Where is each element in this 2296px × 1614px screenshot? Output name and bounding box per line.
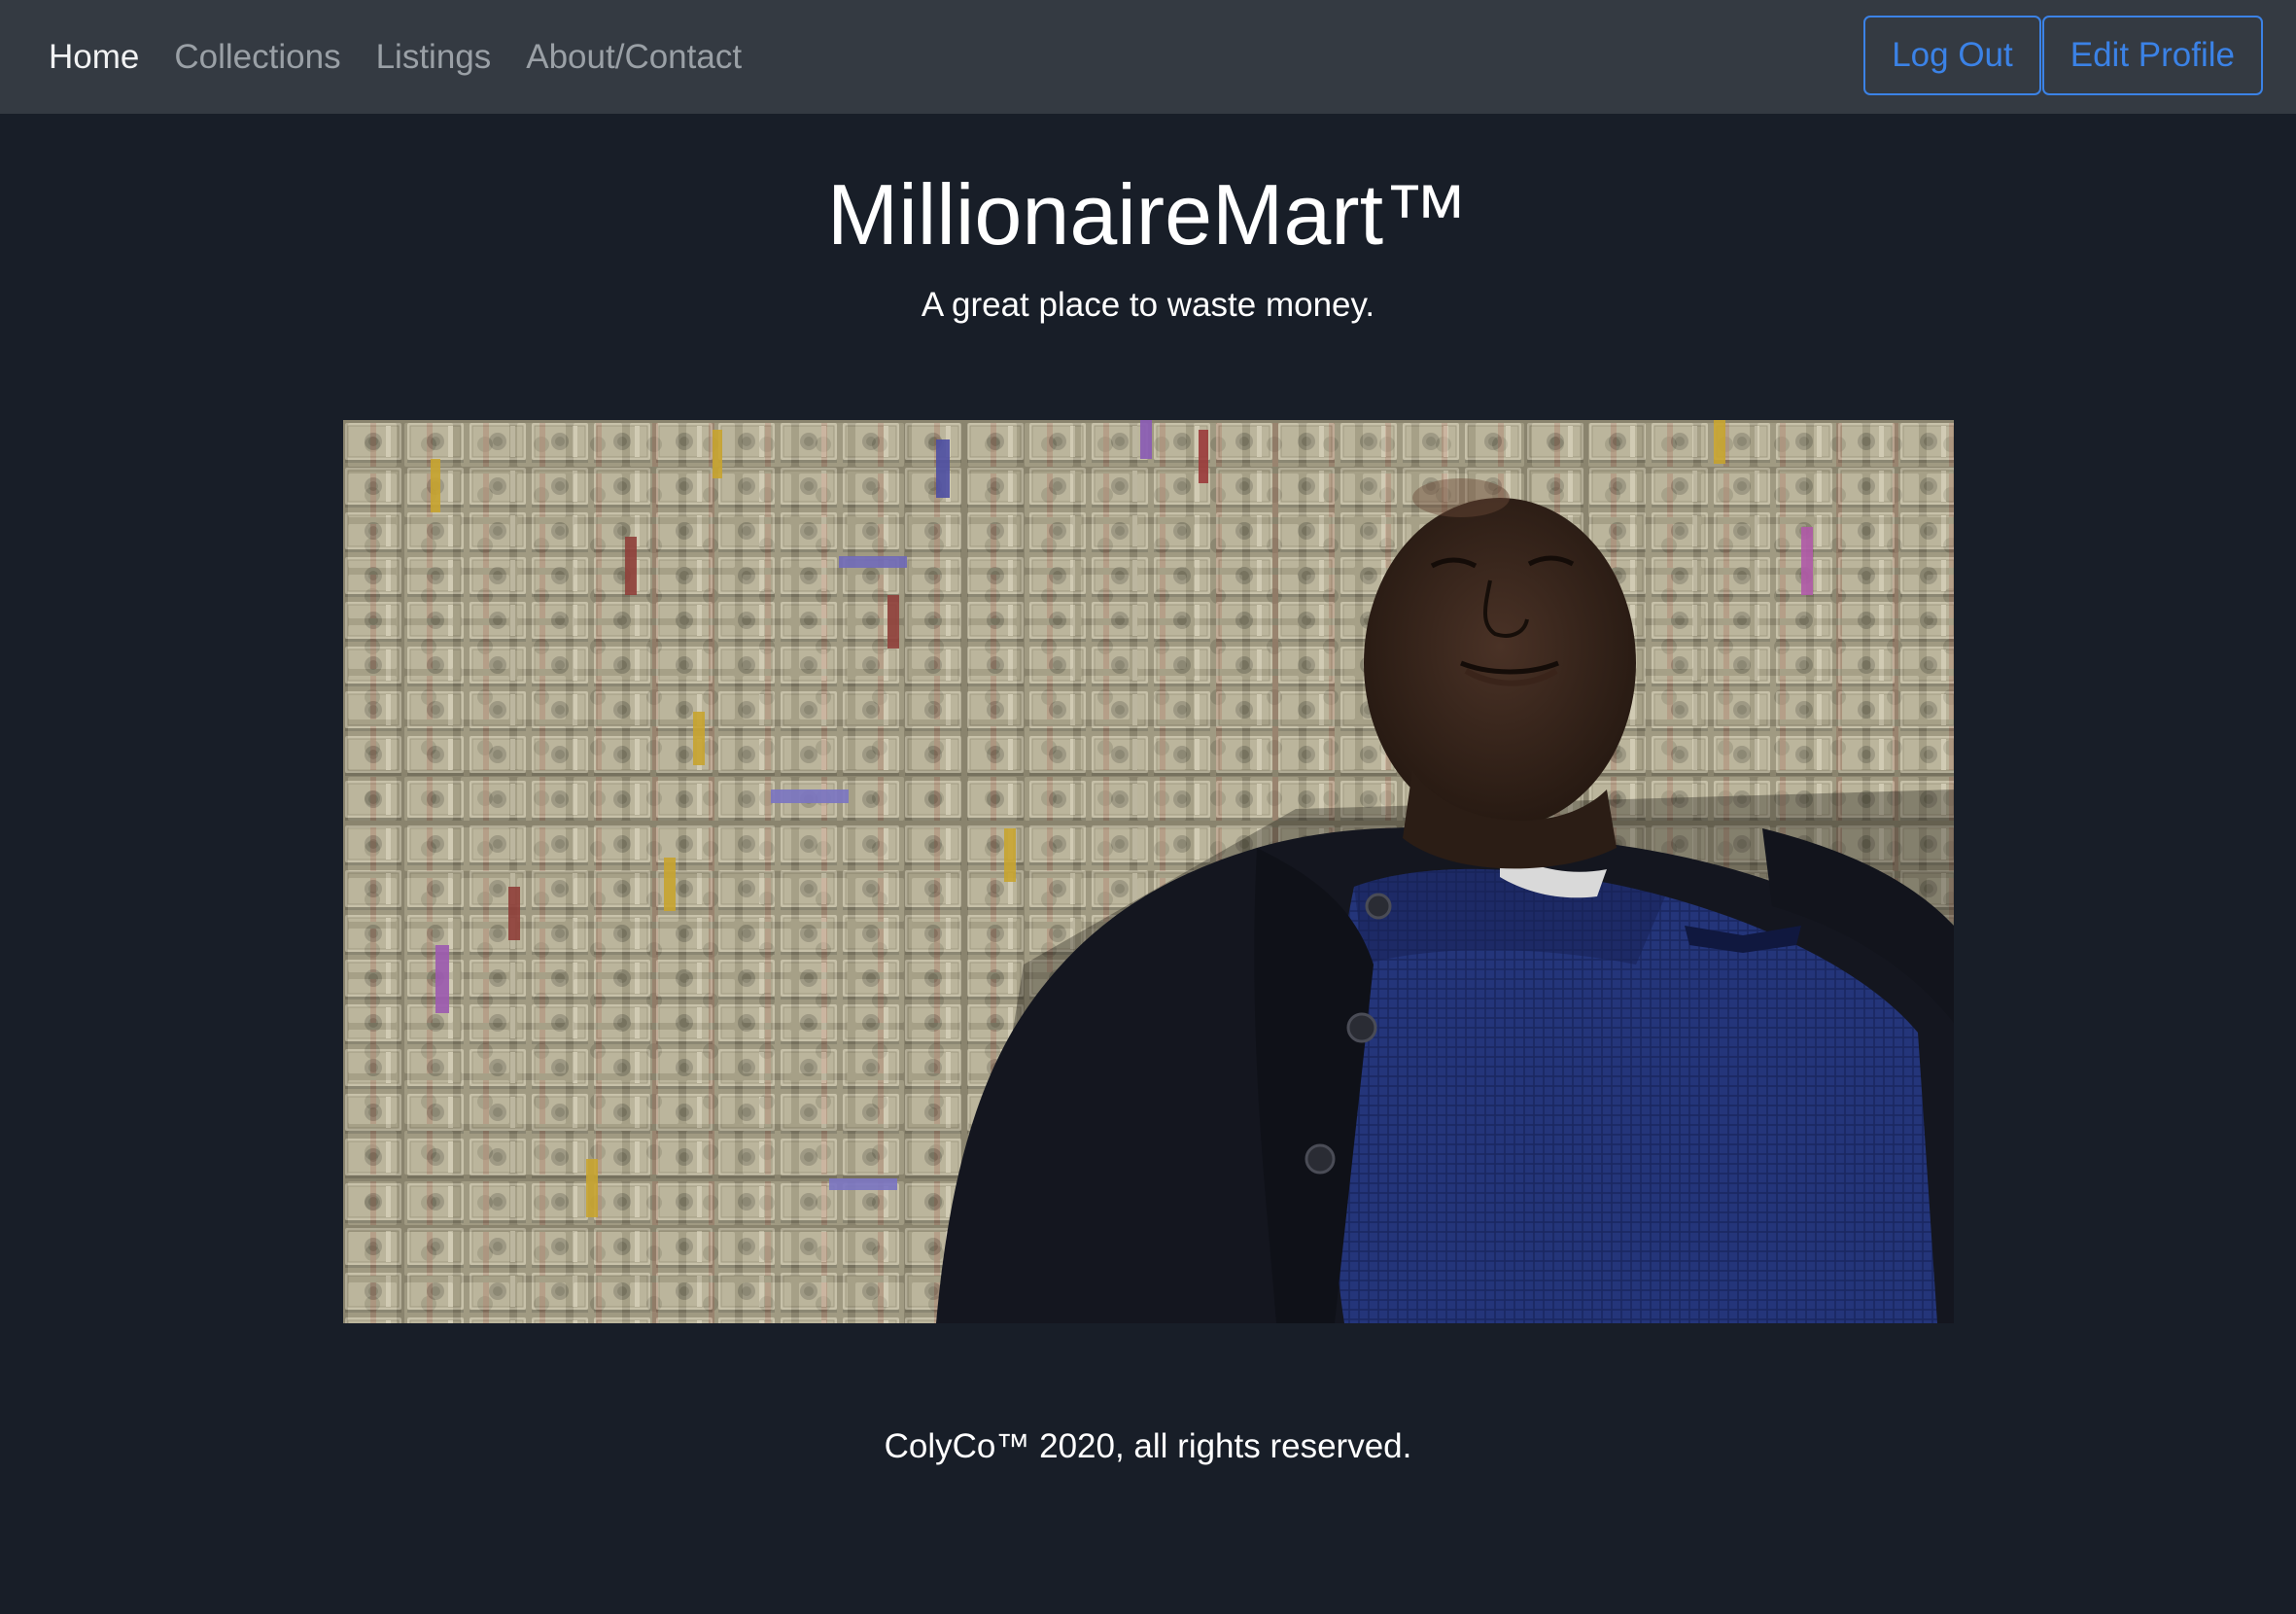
money-pile-illustration [343,420,1954,1323]
nav-listings-link[interactable]: Listings [376,38,492,77]
page-title: MillionaireMart™ [826,166,1470,263]
nav-about-contact-link[interactable]: About/Contact [526,38,742,77]
edit-profile-button[interactable]: Edit Profile [2041,16,2263,95]
hero-photo [343,420,1954,1323]
nav-collections-link[interactable]: Collections [174,38,340,77]
page-tagline: A great place to waste money. [921,286,1375,324]
footer-copyright: ColyCo™ 2020, all rights reserved. [884,1427,1412,1465]
top-navbar: Home Collections Listings About/Contact … [0,0,2296,114]
nav-home-link[interactable]: Home [49,38,139,77]
nav-account-buttons: Log Out Edit Profile [1863,16,2263,95]
nav-links: Home Collections Listings About/Contact [49,38,777,77]
logout-button[interactable]: Log Out [1863,16,2041,95]
